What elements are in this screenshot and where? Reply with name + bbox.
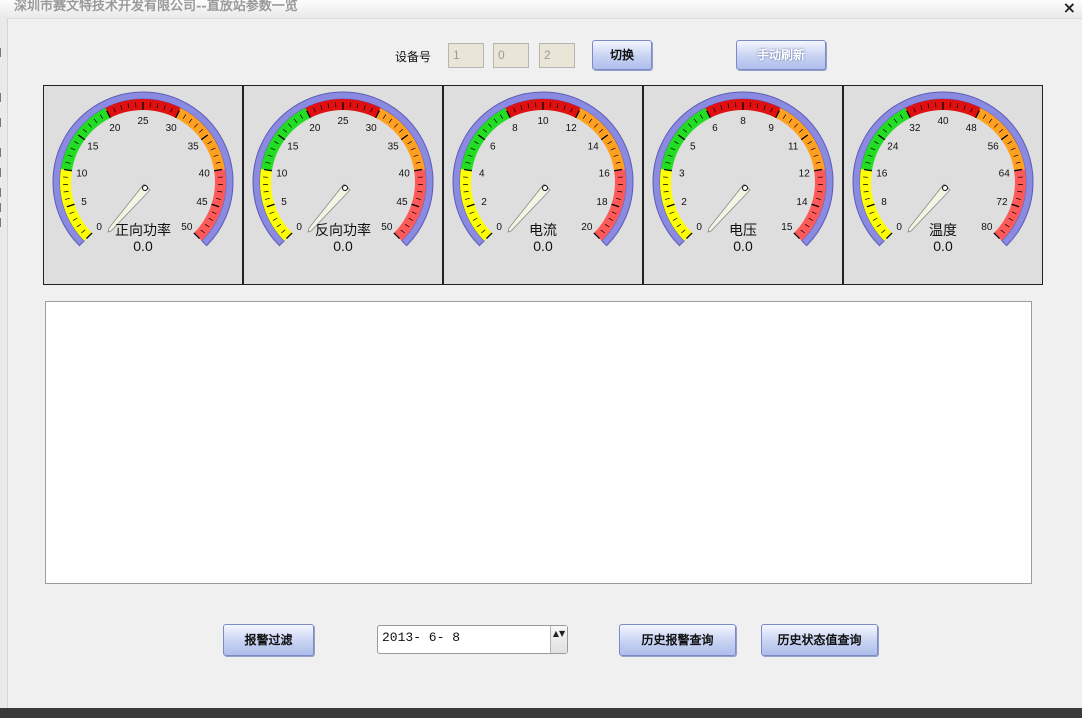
gauge-tick-label: 4 <box>479 168 485 179</box>
device-field-1[interactable]: 1 <box>448 43 484 68</box>
gauge-tick-label: 30 <box>366 123 378 134</box>
gauge-tick-label: 18 <box>596 197 608 208</box>
gauge-tick-label: 5 <box>81 197 87 208</box>
gauge-tick-label: 20 <box>109 123 121 134</box>
gauge-tick-label: 15 <box>287 142 299 153</box>
gauge-tick-label: 20 <box>309 123 321 134</box>
gauge-value: 0.0 <box>133 238 153 254</box>
gauge-current: 0 2 4 6 8 10 12 14 16 18 20 电流 0.0 <box>443 85 643 285</box>
gauge-tick-label: 10 <box>76 168 88 179</box>
gauge-title: 反向功率 <box>315 223 371 239</box>
title-bar: 深圳市赛文特技术开发有限公司--直放站参数一览 × <box>0 0 1082 19</box>
gauge-pivot <box>742 185 748 191</box>
gauge-reverse-power: 0 5 10 15 20 25 30 35 40 45 50 反向功率 0.0 <box>243 85 443 285</box>
gauge-tick-label: 10 <box>537 116 549 127</box>
gauge-tick-label: 30 <box>166 123 178 134</box>
gauge-tick-label: 40 <box>399 168 411 179</box>
gauge-tick-label: 3 <box>679 168 685 179</box>
device-field-3[interactable]: 2 <box>539 43 575 68</box>
gauge-tick-label: 2 <box>481 197 487 208</box>
main-window: 深圳市赛文特技术开发有限公司--直放站参数一览 × 设备号 1 0 2 切换 手… <box>0 0 1082 708</box>
gauge-tick-label: 64 <box>999 168 1011 179</box>
gauge-tick-label: 40 <box>937 116 949 127</box>
switch-button[interactable]: 切换 <box>592 40 652 70</box>
device-number-label: 设备号 <box>395 50 432 64</box>
gauge-tick-label: 45 <box>196 197 208 208</box>
gauge-tick-label: 6 <box>490 142 496 153</box>
gauge-pivot <box>342 185 348 191</box>
gauge-tick-label: 5 <box>690 142 696 153</box>
gauge-dial: 05101520253035404550 <box>52 91 234 247</box>
gauge-title: 电流 <box>529 223 557 239</box>
gauge-tick-label: 12 <box>799 168 811 179</box>
gauge-tick-label: 8 <box>881 197 887 208</box>
gauge-title: 电压 <box>729 223 757 239</box>
history-status-query-button[interactable]: 历史状态值查询 <box>761 624 878 656</box>
gauge-dial: 05101520253035404550 <box>252 91 434 247</box>
background-window-edge <box>0 18 8 708</box>
gauge-value: 0.0 <box>333 238 353 254</box>
gauge-tick-label: 24 <box>887 142 899 153</box>
alarm-log-area[interactable] <box>45 301 1032 584</box>
gauge-pivot <box>542 185 548 191</box>
gauge-dial: 023568911121415 <box>652 91 834 247</box>
gauge-pivot <box>142 185 148 191</box>
device-field-2[interactable]: 0 <box>493 43 529 68</box>
alarm-filter-button[interactable]: 报警过滤 <box>223 624 314 656</box>
gauge-tick-label: 16 <box>876 168 888 179</box>
gauge-tick-label: 25 <box>137 116 149 127</box>
gauge-tick-label: 9 <box>768 123 774 134</box>
gauge-tick-label: 5 <box>281 197 287 208</box>
gauge-tick-label: 16 <box>599 168 611 179</box>
gauge-pivot <box>942 185 948 191</box>
date-picker[interactable]: 2013- 6- 8 ▲▼ <box>377 625 568 654</box>
gauge-tick-label: 8 <box>512 123 518 134</box>
gauge-tick-label: 56 <box>988 142 1000 153</box>
gauge-tick-label: 2 <box>681 197 687 208</box>
gauge-dial: 08162432404856647280 <box>852 91 1034 247</box>
window-title: 深圳市赛文特技术开发有限公司--直放站参数一览 <box>14 0 298 14</box>
gauge-row: 0 5 10 15 20 25 30 35 40 45 50 正向功率 0.0 0 5 10 15 20 25… <box>43 85 1043 285</box>
date-spin-icon[interactable]: ▲▼ <box>550 626 567 653</box>
gauge-value: 0.0 <box>733 238 753 254</box>
gauge-forward-power: 0 5 10 15 20 25 30 35 40 45 50 正向功率 0.0 <box>43 85 243 285</box>
gauge-tick-label: 45 <box>396 197 408 208</box>
gauge-tick-label: 14 <box>796 197 808 208</box>
gauge-value: 0.0 <box>933 238 953 254</box>
gauge-tick-label: 25 <box>337 116 349 127</box>
gauge-tick-label: 10 <box>276 168 288 179</box>
gauge-tick-label: 40 <box>199 168 211 179</box>
gauge-tick-label: 72 <box>996 197 1008 208</box>
gauge-tick-label: 48 <box>966 123 978 134</box>
manual-refresh-button[interactable]: 手动刷新 <box>736 40 826 70</box>
gauge-title: 正向功率 <box>115 223 171 239</box>
gauge-temperature: 0 8 16 24 32 40 48 56 64 72 80 温度 0.0 <box>843 85 1043 285</box>
gauge-dial: 02468101214161820 <box>452 91 634 247</box>
gauge-tick-label: 11 <box>788 142 799 153</box>
gauge-value: 0.0 <box>533 238 553 254</box>
gauge-tick-label: 6 <box>712 123 718 134</box>
gauge-tick-label: 12 <box>566 123 578 134</box>
gauge-tick-label: 32 <box>909 123 921 134</box>
gauge-tick-label: 35 <box>188 142 200 153</box>
date-value[interactable]: 2013- 6- 8 <box>382 630 460 645</box>
gauge-tick-label: 14 <box>588 142 600 153</box>
gauge-voltage: 0 2 3 5 6 8 9 11 12 14 15 电压 0.0 <box>643 85 843 285</box>
gauge-tick-label: 15 <box>87 142 99 153</box>
gauge-tick-label: 35 <box>388 142 400 153</box>
gauge-tick-label: 8 <box>740 116 746 127</box>
close-button[interactable]: × <box>1063 0 1076 17</box>
history-alarm-query-button[interactable]: 历史报警查询 <box>619 624 736 656</box>
gauge-title: 温度 <box>929 223 957 239</box>
